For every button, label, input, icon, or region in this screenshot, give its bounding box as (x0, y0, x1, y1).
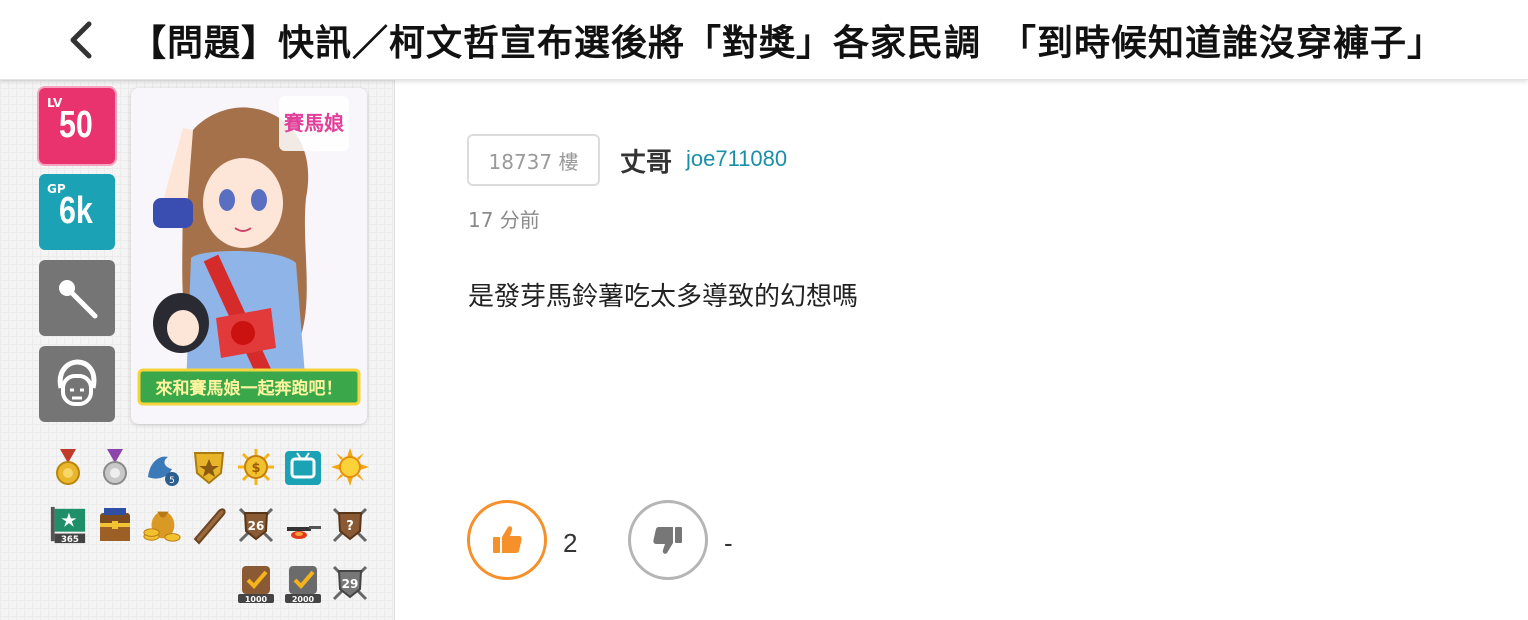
upvote-count: 2 (563, 528, 578, 558)
shield-29-icon[interactable]: 29 (330, 562, 370, 604)
pan-icon[interactable] (283, 504, 323, 546)
shield-question-icon[interactable]: ? (330, 504, 370, 546)
svg-text:$: $ (251, 461, 260, 476)
svg-text:5: 5 (169, 476, 175, 486)
back-button[interactable] (52, 12, 108, 68)
svg-text:29: 29 (342, 577, 359, 591)
gold-medal-icon[interactable] (48, 446, 88, 488)
magic-wand-icon (59, 280, 98, 319)
svg-text:賽馬娘: 賽馬娘 (283, 111, 344, 135)
face-button[interactable] (39, 346, 115, 422)
post-time: 17 分前 (468, 208, 540, 232)
gp-badge[interactable]: GP 6k (39, 174, 115, 250)
star-shield-icon[interactable] (189, 446, 229, 488)
treasure-chest-icon[interactable] (95, 504, 135, 546)
thumbs-up-icon (493, 526, 522, 553)
gp-value: 6k (59, 190, 93, 232)
dragon-badge-icon[interactable]: 5 (142, 446, 182, 488)
svg-text:1000: 1000 (245, 595, 268, 604)
upvote-button[interactable] (467, 500, 547, 580)
face-icon (57, 359, 97, 406)
shield-26-icon[interactable]: 26 (236, 504, 276, 546)
username[interactable]: 丈哥 (620, 142, 672, 179)
reply-post: 18737 樓 丈哥 joe711080 17 分前 是發芽馬鈴薯吃太多導致的幻… (396, 80, 1528, 620)
flag-365-icon[interactable]: 365 (48, 504, 88, 546)
anime-avatar-image: 賽馬娘 來和賽馬娘一起奔跑吧！ (131, 88, 367, 424)
gold-coins-icon[interactable] (142, 504, 182, 546)
chevron-left-icon (70, 21, 92, 59)
author-sidebar: LV 50 GP 6k 賽馬娘 來和賽馬娘一起奔跑吧！ 5 $ 365 26 ?… (0, 80, 395, 620)
user-id[interactable]: joe711080 (686, 146, 787, 172)
downvote-button[interactable] (628, 500, 708, 580)
check-2000-icon[interactable]: 2000 (283, 562, 323, 604)
post-content: 是發芽馬鈴薯吃太多導致的幻想嗎 (468, 282, 859, 312)
svg-text:?: ? (346, 519, 354, 534)
floor-number[interactable]: 18737 樓 (467, 134, 600, 186)
thread-title: 【問題】快訊／柯文哲宣布選後將「對獎」各家民調 「到時候知道誰沒穿褲子」 (130, 23, 1445, 64)
tv-badge-icon[interactable] (283, 446, 323, 488)
thumbs-down-icon (653, 527, 682, 554)
avatar[interactable]: 賽馬娘 來和賽馬娘一起奔跑吧！ (131, 88, 367, 424)
check-1000-icon[interactable]: 1000 (236, 562, 276, 604)
svg-text:26: 26 (248, 519, 265, 533)
top-header: 【問題】快訊／柯文哲宣布選後將「對獎」各家民調 「到時候知道誰沒穿褲子」 (0, 0, 1528, 80)
svg-text:365: 365 (61, 535, 79, 545)
avatar-banner: 來和賽馬娘一起奔跑吧！ (156, 378, 343, 399)
svg-text:2000: 2000 (292, 595, 315, 604)
level-value: 50 (59, 104, 93, 146)
sun-badge-icon[interactable] (330, 446, 370, 488)
magic-wand-button[interactable] (39, 260, 115, 336)
silver-medal-icon[interactable] (95, 446, 135, 488)
level-badge[interactable]: LV 50 (39, 88, 115, 164)
bat-icon[interactable] (189, 504, 229, 546)
downvote-count: - (724, 528, 733, 558)
coin-badge-icon[interactable]: $ (236, 446, 276, 488)
